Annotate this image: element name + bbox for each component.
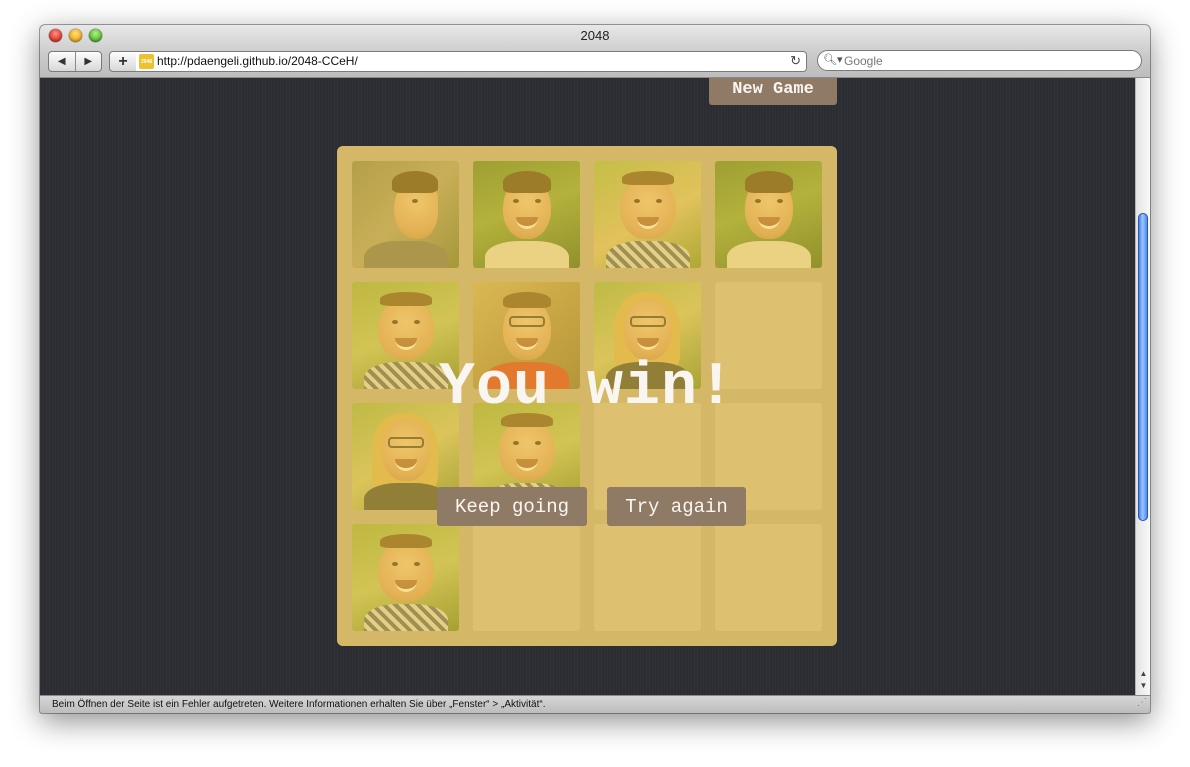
page-content: New Game You win! Keep going Try again [40, 78, 1135, 695]
add-bookmark-button[interactable]: + [109, 51, 137, 72]
search-field[interactable]: 🔍︎▾ Google [817, 50, 1142, 71]
forward-arrow-icon[interactable]: ▶ [76, 52, 102, 71]
scrollbar-thumb[interactable] [1138, 213, 1148, 521]
scroll-arrows[interactable]: ▲ ▼ [1136, 665, 1150, 695]
game-board: You win! Keep going Try again [337, 146, 837, 646]
keep-going-button[interactable]: Keep going [437, 487, 587, 526]
favicon-icon: 2048 [139, 54, 154, 69]
resize-grip-icon[interactable]: ⋰ [1137, 694, 1147, 712]
search-icon[interactable]: 🔍︎▾ [823, 53, 843, 66]
status-message: Beim Öffnen der Seite ist ein Fehler auf… [52, 699, 546, 710]
browser-window: 2048 ◀ ▶ + 2048 http://pdaengeli.github.… [40, 25, 1150, 713]
try-again-button[interactable]: Try again [607, 487, 746, 526]
status-bar: Beim Öffnen der Seite ist ein Fehler auf… [40, 695, 1150, 713]
reload-icon[interactable]: ↻ [790, 53, 801, 69]
win-overlay: You win! Keep going Try again [337, 146, 837, 646]
win-message: You win! [438, 354, 736, 422]
new-game-button[interactable]: New Game [709, 78, 837, 105]
back-arrow-icon[interactable]: ◀ [49, 52, 76, 71]
address-bar[interactable]: 2048 http://pdaengeli.github.io/2048-CCe… [136, 51, 807, 72]
search-placeholder: Google [844, 54, 883, 68]
vertical-scrollbar[interactable]: ▲ ▼ [1135, 78, 1150, 695]
navigation-buttons: ◀ ▶ [48, 51, 102, 72]
url-text[interactable]: http://pdaengeli.github.io/2048-CCeH/ [157, 54, 358, 68]
scroll-down-icon[interactable]: ▼ [1140, 680, 1148, 692]
title-bar: 2048 ◀ ▶ + 2048 http://pdaengeli.github.… [40, 25, 1150, 78]
window-title: 2048 [580, 28, 610, 43]
scroll-up-icon[interactable]: ▲ [1140, 668, 1148, 680]
